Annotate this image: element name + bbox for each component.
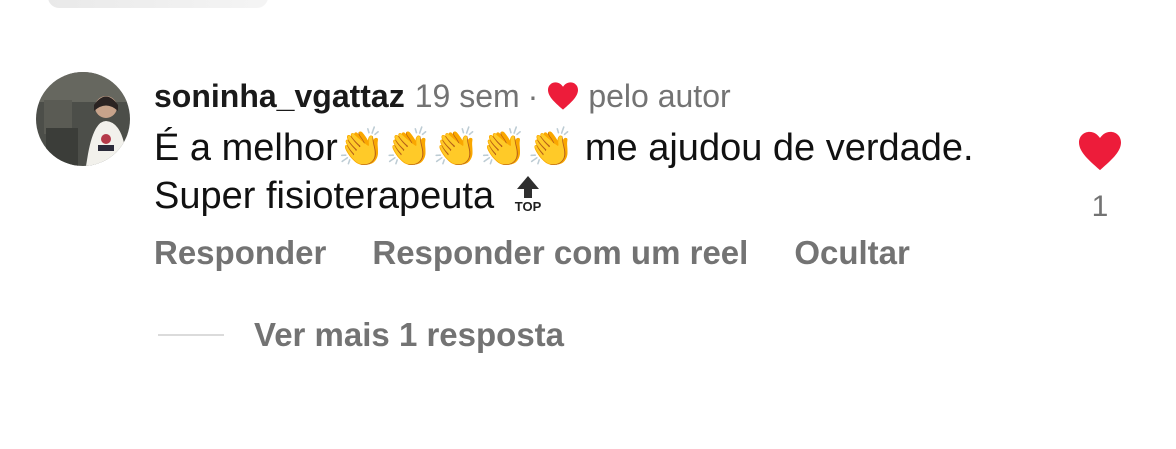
previous-comment-fragment [48,0,268,8]
like-container: 1 [1072,130,1128,224]
reply-with-reel-button[interactable]: Responder com um reel [372,234,748,272]
avatar-image [36,72,130,166]
hide-button[interactable]: Ocultar [794,234,910,272]
username-link[interactable]: soninha_vgattaz [154,76,405,116]
comment-body: soninha_vgattaz 19 sem · pelo autor É a … [154,76,1054,272]
view-more-replies-button[interactable]: Ver mais 1 resposta [158,316,564,354]
like-heart-icon[interactable] [1077,130,1123,172]
comment-time: 19 sem [414,78,520,114]
view-more-replies-label: Ver mais 1 resposta [254,316,565,353]
clapping-hands-emojis: 👏👏👏👏👏 [337,127,575,169]
liked-by-author-label: pelo autor [588,78,731,114]
comment: soninha_vgattaz 19 sem · pelo autor É a … [36,72,1136,372]
comment-actions: Responder Responder com um reel Ocultar [154,234,1054,272]
replies-divider [158,334,224,336]
svg-text:TOP: TOP [515,199,542,214]
top-arrow-icon: TOP [515,176,542,214]
like-count: 1 [1091,190,1109,223]
avatar[interactable] [36,72,130,166]
comment-text-start: É a melhor [154,127,338,169]
comment-text: É a melhor👏👏👏👏👏 me ajudou de verdade. Su… [154,124,974,220]
comment-meta: soninha_vgattaz 19 sem · pelo autor [154,76,1054,116]
author-heart-icon [548,82,579,110]
meta-separator: · [527,78,539,114]
reply-button[interactable]: Responder [154,234,326,272]
